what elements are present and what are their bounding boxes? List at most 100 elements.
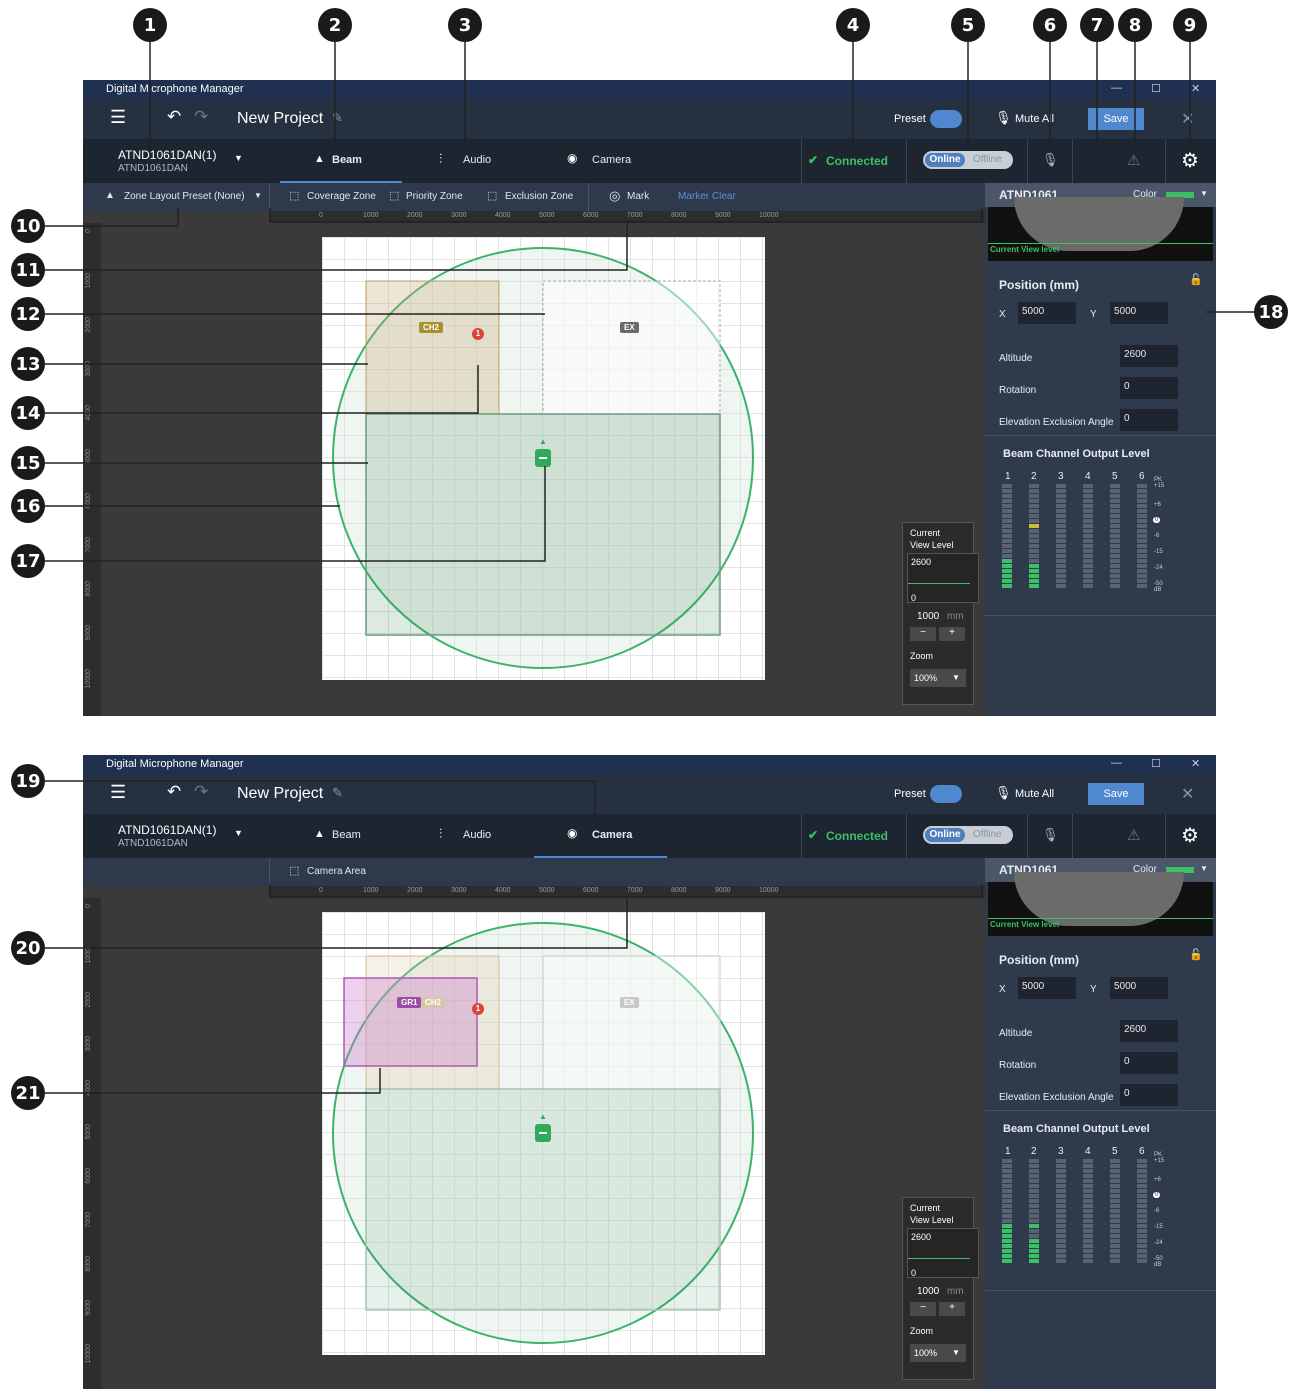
ruler-y-tick: 5000: [85, 449, 92, 465]
position-y-input[interactable]: 5000: [1110, 302, 1168, 324]
elevation-exclusion-input-2[interactable]: 0: [1120, 1084, 1178, 1106]
mic-mute-icon-2[interactable]: 🎙: [1042, 827, 1059, 843]
camera-area-button[interactable]: Camera Area: [307, 866, 366, 877]
tab-beam[interactable]: Beam: [332, 154, 362, 166]
position-y-input-2[interactable]: 5000: [1110, 977, 1168, 999]
y-label-2: Y: [1090, 984, 1097, 995]
position-lock-icon-2[interactable]: 🔓: [1189, 948, 1203, 961]
close-project-icon-2[interactable]: ✕: [1181, 784, 1194, 804]
warning-icon-2[interactable]: ⚠: [1127, 826, 1140, 844]
zone-layout-chevron-icon[interactable]: ▼: [254, 191, 262, 200]
marker-clear-button[interactable]: Marker Clear: [678, 191, 736, 202]
coverage-zone-button[interactable]: Coverage Zone: [307, 191, 376, 202]
maximize-icon[interactable]: ☐: [1151, 82, 1161, 95]
ex-zone-label-2: EX: [620, 997, 639, 1008]
panel-divider: [985, 435, 1216, 436]
view-level-slider-2[interactable]: 2600 0: [907, 1228, 979, 1278]
view-level-slider[interactable]: 2600 0: [907, 553, 979, 603]
save-button-2[interactable]: Save: [1088, 783, 1144, 805]
ruler-x-tick: 6000: [583, 212, 599, 219]
position-x-input-2[interactable]: 5000: [1018, 977, 1076, 999]
tab-audio-2[interactable]: Audio: [463, 829, 491, 841]
redo-icon-2[interactable]: ↷: [194, 782, 208, 802]
marker-pin-2[interactable]: 1: [472, 1003, 484, 1015]
edit-pencil-icon[interactable]: ✎: [332, 110, 343, 126]
device-name[interactable]: ATND1061DAN(1): [118, 148, 216, 162]
tab-camera-2[interactable]: Camera: [592, 829, 632, 841]
audio-sliders-icon-2: ⫶: [439, 826, 443, 841]
mute-all-mic-icon[interactable]: 🎙: [995, 110, 1012, 126]
device-dropdown-icon[interactable]: ▼: [234, 153, 243, 163]
tab-camera[interactable]: Camera: [592, 154, 631, 166]
view-level-plus-button[interactable]: +: [939, 627, 965, 641]
settings-gear-icon[interactable]: ⚙: [1181, 148, 1199, 173]
callout-21: 21: [11, 1076, 45, 1110]
position-lock-icon[interactable]: 🔓: [1189, 273, 1203, 286]
preset-dropdown[interactable]: [930, 110, 962, 128]
callout-17: 17: [11, 544, 45, 578]
close-window-icon-2[interactable]: ✕: [1191, 757, 1200, 770]
callout-20: 20: [11, 931, 45, 965]
preset-dropdown-2[interactable]: [930, 785, 962, 803]
view-level-step: 1000: [917, 611, 940, 622]
edit-pencil-icon-2[interactable]: ✎: [332, 785, 343, 801]
position-x-input[interactable]: 5000: [1018, 302, 1076, 324]
online-offline-toggle[interactable]: Online Offline: [923, 151, 1013, 169]
floor-plan-canvas-2[interactable]: 0 1000 2000 3000 4000 5000 6000 7000 8000 9000 100…: [83, 886, 985, 1389]
online-option-2[interactable]: Online: [925, 828, 965, 842]
channel-label-1: 1: [1005, 471, 1011, 482]
tab-beam-2[interactable]: Beam: [332, 829, 361, 841]
menu-icon-2[interactable]: ☰: [110, 782, 126, 803]
minimize-icon-2[interactable]: —: [1111, 757, 1122, 769]
priority-zone-button[interactable]: Priority Zone: [406, 191, 463, 202]
device-name-2[interactable]: ATND1061DAN(1): [118, 823, 216, 837]
maximize-icon-2[interactable]: ☐: [1151, 757, 1161, 770]
elevation-exclusion-input[interactable]: 0: [1120, 409, 1178, 431]
view-level-step-2: 1000: [917, 1286, 940, 1297]
project-name[interactable]: New Project: [237, 110, 323, 128]
altitude-input-2[interactable]: 2600: [1120, 1020, 1178, 1042]
mute-all-label[interactable]: Mute All: [1015, 113, 1054, 125]
view-level-minus-button-2[interactable]: −: [910, 1302, 936, 1316]
undo-icon[interactable]: ↶: [167, 107, 181, 127]
mark-button[interactable]: Mark: [627, 191, 649, 202]
floor-plan-canvas[interactable]: 0 1000 2000 3000 4000 5000 6000 7000 8000 9000 100…: [83, 211, 985, 716]
exclusion-zone-button[interactable]: Exclusion Zone: [505, 191, 573, 202]
zone-layout-preset-dropdown[interactable]: Zone Layout Preset (None): [124, 191, 245, 202]
mute-all-label-2[interactable]: Mute All: [1015, 788, 1054, 800]
offline-option-2[interactable]: Offline: [973, 828, 1002, 842]
coverage-zone: [365, 413, 721, 636]
mic-mute-icon[interactable]: 🎙: [1042, 152, 1059, 168]
save-button[interactable]: Save: [1088, 108, 1144, 130]
close-window-icon[interactable]: ✕: [1191, 82, 1200, 95]
ruler-x-tick: 0: [319, 212, 323, 219]
menu-icon[interactable]: ☰: [110, 107, 126, 128]
microphone-device-icon-2[interactable]: [535, 1124, 551, 1142]
project-name-2[interactable]: New Project: [237, 785, 323, 803]
redo-icon[interactable]: ↷: [194, 107, 208, 127]
color-chevron-icon[interactable]: ▼: [1200, 189, 1208, 198]
altitude-input[interactable]: 2600: [1120, 345, 1178, 367]
warning-icon[interactable]: ⚠: [1127, 151, 1140, 169]
offline-option[interactable]: Offline: [973, 153, 1002, 167]
color-chevron-icon-2[interactable]: ▼: [1200, 864, 1208, 873]
zoom-dropdown-2[interactable]: 100% ▼: [910, 1344, 966, 1362]
view-level-minus-button[interactable]: −: [910, 627, 936, 641]
rotation-input[interactable]: 0: [1120, 377, 1178, 399]
mute-all-mic-icon-2[interactable]: 🎙: [995, 785, 1012, 801]
microphone-device-icon[interactable]: [535, 449, 551, 467]
marker-pin[interactable]: 1: [472, 328, 484, 340]
beam-icon: ▲: [314, 153, 325, 165]
close-project-icon[interactable]: ✕: [1181, 109, 1194, 129]
online-offline-toggle-2[interactable]: Online Offline: [923, 826, 1013, 844]
undo-icon-2[interactable]: ↶: [167, 782, 181, 802]
minimize-icon[interactable]: —: [1111, 82, 1122, 94]
tab-audio[interactable]: Audio: [463, 154, 491, 166]
zoom-dropdown[interactable]: 100% ▼: [910, 669, 966, 687]
view-level-plus-button-2[interactable]: +: [939, 1302, 965, 1316]
zone-tools-group: [269, 183, 270, 211]
device-dropdown-icon-2[interactable]: ▼: [234, 828, 243, 838]
settings-gear-icon-2[interactable]: ⚙: [1181, 823, 1199, 848]
online-option[interactable]: Online: [925, 153, 965, 167]
rotation-input-2[interactable]: 0: [1120, 1052, 1178, 1074]
